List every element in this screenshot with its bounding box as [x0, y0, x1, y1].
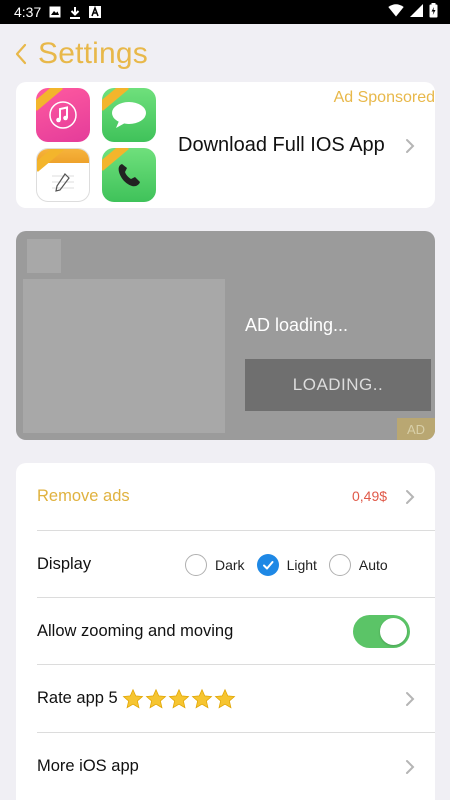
promo-card[interactable]: Download Full IOS App Ad Sponsored: [16, 82, 435, 208]
toggle-knob: [380, 618, 407, 645]
star-icon: [145, 688, 167, 708]
ad-banner[interactable]: AD loading... LOADING.. AD: [16, 231, 435, 440]
chevron-right-icon: [404, 488, 416, 506]
promo-title[interactable]: Download Full IOS App: [178, 134, 385, 157]
radio-button[interactable]: [185, 553, 207, 576]
page-title: Settings: [38, 37, 148, 70]
radio-button[interactable]: [328, 553, 351, 576]
radio-auto-label: Auto: [358, 556, 388, 573]
display-radio-group: Dark Light Auto: [185, 531, 400, 598]
zoom-row: Allow zooming and moving: [37, 598, 435, 665]
notes-app-icon: [36, 148, 90, 202]
ad-loading-text: AD loading...: [245, 315, 349, 335]
remove-ads-row[interactable]: Remove ads 0,49$: [37, 463, 435, 530]
rate-app-label: Rate app 5: [37, 689, 118, 707]
ad-loading-button[interactable]: LOADING..: [245, 359, 431, 411]
star-icon: [122, 688, 144, 708]
status-time: 4:37: [14, 4, 42, 20]
radio-light-label: Light: [286, 556, 317, 573]
ad-sponsored-label: Ad Sponsored: [333, 89, 435, 106]
zoom-toggle[interactable]: [353, 615, 410, 648]
more-ios-app-row[interactable]: More iOS app: [37, 733, 435, 800]
battery-icon: [429, 3, 438, 21]
remove-ads-price: 0,49$: [352, 488, 388, 504]
star-icon: [191, 688, 213, 708]
more-ios-app-label: More iOS app: [37, 757, 139, 775]
radio-dark[interactable]: Dark: [185, 553, 245, 576]
remove-ads-label: Remove ads: [37, 487, 130, 505]
gallery-icon: [49, 6, 61, 18]
ad-image-placeholder: [23, 279, 225, 433]
rating-stars: [122, 688, 236, 710]
messages-app-icon: [102, 88, 156, 142]
status-bar: 4:37: [0, 0, 450, 24]
page-header: Settings: [14, 34, 148, 74]
signal-icon: [410, 4, 423, 20]
chevron-right-icon[interactable]: [404, 137, 416, 155]
radio-dark-label: Dark: [215, 556, 245, 573]
display-label: Display: [37, 555, 92, 573]
ad-badge: AD: [397, 418, 435, 440]
download-icon: [69, 6, 81, 19]
radio-button-checked[interactable]: [256, 553, 279, 576]
checkmark-icon: [262, 560, 274, 569]
display-row: Display Dark Light Auto: [37, 531, 435, 598]
settings-list: Remove ads 0,49$ Display Dark Light Auto: [16, 463, 435, 800]
radio-auto[interactable]: Auto: [328, 553, 388, 576]
phone-app-icon: [102, 148, 156, 202]
chevron-right-icon: [404, 690, 416, 708]
rate-app-row[interactable]: Rate app 5: [37, 665, 435, 732]
wifi-icon: [388, 4, 404, 20]
chevron-right-icon: [404, 758, 416, 776]
radio-light[interactable]: Light: [256, 553, 317, 576]
ad-icon-placeholder: [27, 239, 61, 273]
music-app-icon: [36, 88, 90, 142]
star-icon: [214, 688, 236, 708]
zoom-label: Allow zooming and moving: [37, 622, 234, 640]
star-icon: [168, 688, 190, 708]
font-icon: [89, 6, 102, 18]
chevron-left-icon[interactable]: [14, 39, 34, 69]
